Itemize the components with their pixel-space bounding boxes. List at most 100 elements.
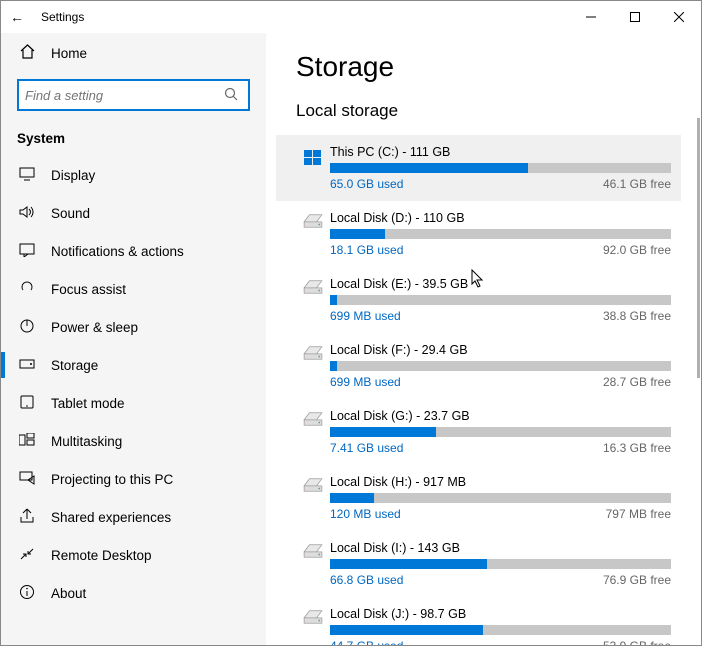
disk-drive-icon	[296, 277, 330, 323]
drive-name: Local Disk (H:) - 917 MB	[330, 475, 671, 489]
drive-name: Local Disk (E:) - 39.5 GB	[330, 277, 671, 291]
drive-name: Local Disk (J:) - 98.7 GB	[330, 607, 671, 621]
disk-drive-icon	[296, 409, 330, 455]
nav-about[interactable]: About	[1, 574, 266, 612]
remote-icon	[17, 547, 37, 564]
search-input[interactable]	[25, 88, 220, 103]
disk-drive-icon	[296, 211, 330, 257]
nav-label: Notifications & actions	[51, 244, 184, 259]
minimize-button[interactable]	[569, 1, 613, 33]
drive-row[interactable]: This PC (C:) - 111 GB 65.0 GB used 46.1 GB…	[276, 135, 681, 201]
drive-name: Local Disk (F:) - 29.4 GB	[330, 343, 671, 357]
nav-remote-desktop[interactable]: Remote Desktop	[1, 536, 266, 574]
maximize-button[interactable]	[613, 1, 657, 33]
drive-used: 65.0 GB used	[330, 177, 403, 191]
nav-label: Multitasking	[51, 434, 122, 449]
page-subheading: Local storage	[296, 101, 671, 121]
drive-name: This PC (C:) - 111 GB	[330, 145, 671, 159]
drive-row[interactable]: Local Disk (D:) - 110 GB 18.1 GB used 92.0…	[296, 201, 671, 267]
settings-window: ← Settings Home	[0, 0, 702, 646]
minimize-icon	[586, 12, 596, 22]
drive-used: 44.7 GB used	[330, 639, 403, 645]
content-pane: Storage Local storage This PC (C:) - 111…	[266, 33, 701, 645]
about-icon	[17, 584, 37, 603]
usage-bar	[330, 295, 671, 305]
storage-icon	[17, 357, 37, 374]
maximize-icon	[630, 12, 640, 22]
drive-used: 7.41 GB used	[330, 441, 403, 455]
drive-row[interactable]: Local Disk (E:) - 39.5 GB 699 MB used 38.8…	[296, 267, 671, 333]
usage-bar	[330, 229, 671, 239]
titlebar: ← Settings	[1, 1, 701, 33]
drive-name: Local Disk (I:) - 143 GB	[330, 541, 671, 555]
nav-shared-experiences[interactable]: Shared experiences	[1, 498, 266, 536]
usage-bar	[330, 493, 671, 503]
nav-label: About	[51, 586, 86, 601]
notifications-icon	[17, 243, 37, 260]
close-button[interactable]	[657, 1, 701, 33]
nav-label: Sound	[51, 206, 90, 221]
disk-drive-icon	[296, 343, 330, 389]
tablet-icon	[17, 395, 37, 412]
sound-icon	[17, 205, 37, 222]
drive-free: 797 MB free	[606, 507, 671, 521]
section-heading: System	[1, 125, 266, 156]
nav-label: Shared experiences	[51, 510, 171, 525]
drive-used: 699 MB used	[330, 375, 401, 389]
nav-tablet-mode[interactable]: Tablet mode	[1, 384, 266, 422]
drive-used: 66.8 GB used	[330, 573, 403, 587]
power-icon	[17, 318, 37, 337]
nav-label: Power & sleep	[51, 320, 138, 335]
home-icon	[17, 44, 37, 62]
drive-free: 28.7 GB free	[603, 375, 671, 389]
nav-label: Display	[51, 168, 95, 183]
close-icon	[674, 12, 684, 22]
disk-drive-icon	[296, 607, 330, 645]
drive-free: 76.9 GB free	[603, 573, 671, 587]
nav-notifications[interactable]: Notifications & actions	[1, 232, 266, 270]
nav-sound[interactable]: Sound	[1, 194, 266, 232]
drive-row[interactable]: Local Disk (G:) - 23.7 GB7.41 GB used16.…	[296, 399, 671, 465]
usage-bar	[330, 559, 671, 569]
drive-free: 53.9 GB free	[603, 639, 671, 645]
scrollbar[interactable]	[697, 118, 700, 378]
windows-drive-icon	[296, 145, 330, 191]
back-button[interactable]: ←	[1, 1, 33, 33]
home-nav[interactable]: Home	[1, 33, 266, 73]
disk-drive-icon	[296, 541, 330, 587]
nav-storage[interactable]: Storage	[1, 346, 266, 384]
multitasking-icon	[17, 433, 37, 450]
drive-free: 92.0 GB free	[603, 243, 671, 257]
usage-bar	[330, 163, 671, 173]
nav-display[interactable]: Display	[1, 156, 266, 194]
nav-label: Projecting to this PC	[51, 472, 173, 487]
search-box[interactable]	[17, 79, 250, 111]
nav-label: Storage	[51, 358, 98, 373]
drive-row[interactable]: Local Disk (J:) - 98.7 GB 44.7 GB used 53.…	[296, 597, 671, 645]
window-title: Settings	[33, 10, 84, 24]
drive-used: 699 MB used	[330, 309, 401, 323]
drive-list: This PC (C:) - 111 GB 65.0 GB used 46.1 GB…	[296, 135, 671, 645]
shared-icon	[17, 508, 37, 527]
drive-used: 18.1 GB used	[330, 243, 403, 257]
drive-name: Local Disk (D:) - 110 GB	[330, 211, 671, 225]
drive-free: 38.8 GB free	[603, 309, 671, 323]
nav-projecting[interactable]: Projecting to this PC	[1, 460, 266, 498]
drive-row[interactable]: Local Disk (F:) - 29.4 GB 699 MB used 28.7…	[296, 333, 671, 399]
home-label: Home	[51, 46, 87, 61]
nav-label: Tablet mode	[51, 396, 125, 411]
nav-focus-assist[interactable]: Focus assist	[1, 270, 266, 308]
nav-label: Focus assist	[51, 282, 126, 297]
usage-bar	[330, 625, 671, 635]
search-icon	[220, 87, 242, 104]
nav-power-sleep[interactable]: Power & sleep	[1, 308, 266, 346]
drive-name: Local Disk (G:) - 23.7 GB	[330, 409, 671, 423]
focus-assist-icon	[17, 280, 37, 299]
nav-multitasking[interactable]: Multitasking	[1, 422, 266, 460]
drive-row[interactable]: Local Disk (I:) - 143 GB 66.8 GB used 76.9…	[296, 531, 671, 597]
search-wrap	[1, 73, 266, 125]
usage-bar	[330, 361, 671, 371]
drive-row[interactable]: Local Disk (H:) - 917 MB120 MB used797 M…	[296, 465, 671, 531]
sidebar: Home System Display Sound	[1, 33, 266, 645]
drive-free: 46.1 GB free	[603, 177, 671, 191]
